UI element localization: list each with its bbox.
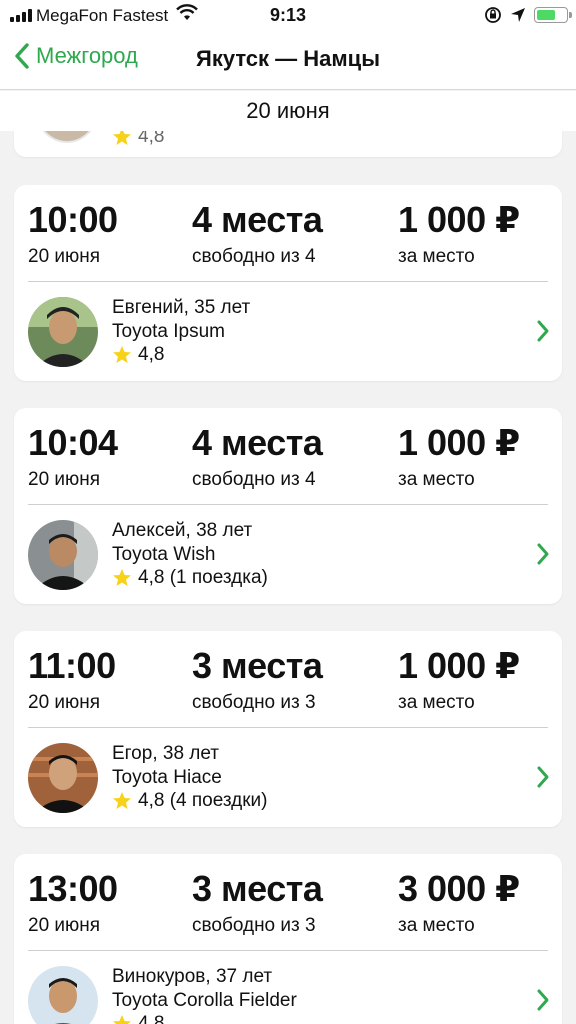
rating-value: 4,8	[138, 344, 165, 365]
divider	[28, 504, 548, 505]
car-model: Toyota Ipsum	[112, 321, 225, 342]
star-icon	[113, 569, 131, 586]
departure-time: 13:00	[28, 868, 118, 909]
star-icon	[113, 131, 131, 145]
date-header: 20 июня	[0, 91, 576, 131]
navigation-bar: Межгород Якутск — Намцы	[0, 32, 576, 90]
driver-name: Алексей, 38 лет	[112, 520, 253, 541]
driver-rating: 4,8	[112, 1013, 164, 1024]
driver-name: Евгений, 35 лет	[112, 297, 251, 318]
chevron-right-icon[interactable]	[536, 542, 550, 566]
location-arrow-icon	[511, 8, 525, 22]
price-unit: за место	[398, 246, 475, 267]
divider	[28, 950, 548, 951]
driver-rating: 4,8	[112, 131, 164, 148]
seats-available: свободно из 4	[192, 469, 316, 490]
seats-count: 3 места	[192, 868, 323, 909]
rides-list[interactable]: 4,8 10:00 20 июня 4 места свободно из 4 …	[0, 131, 576, 1024]
driver-avatar	[28, 297, 98, 367]
driver-name: Егор, 38 лет	[112, 743, 220, 764]
price-unit: за место	[398, 915, 475, 936]
car-model: Toyota Corolla Fielder	[112, 990, 297, 1011]
star-icon	[113, 792, 131, 809]
car-model: Toyota Hiace	[112, 767, 222, 788]
price-unit: за место	[398, 692, 475, 713]
chevron-right-icon[interactable]	[536, 988, 550, 1012]
departure-date: 20 июня	[28, 915, 101, 936]
rating-value: 4,8	[138, 131, 165, 147]
seats-available: свободно из 4	[192, 246, 316, 267]
ride-card-partial[interactable]: 4,8	[14, 131, 562, 157]
driver-avatar	[28, 966, 98, 1024]
divider	[28, 727, 548, 728]
seats-count: 4 места	[192, 199, 323, 240]
chevron-right-icon[interactable]	[536, 765, 550, 789]
ride-card[interactable]: 10:00 20 июня 4 места свободно из 4 1 00…	[14, 185, 562, 381]
driver-rating: 4,8 (4 поездки)	[112, 790, 268, 812]
status-bar: MegaFon Fastest 9:13	[0, 0, 576, 32]
departure-time: 10:04	[28, 422, 118, 463]
car-model: Toyota Wish	[112, 544, 216, 565]
chevron-right-icon[interactable]	[536, 319, 550, 343]
seats-available: свободно из 3	[192, 692, 316, 713]
rating-value: 4,8 (1 поездка)	[138, 567, 268, 588]
departure-date: 20 июня	[28, 246, 101, 267]
seats-count: 4 места	[192, 422, 323, 463]
price-unit: за место	[398, 469, 475, 490]
driver-avatar	[34, 131, 100, 143]
price: 1 000 ₽	[398, 199, 520, 240]
driver-name: Винокуров, 37 лет	[112, 966, 273, 987]
divider	[28, 281, 548, 282]
seats-available: свободно из 3	[192, 915, 316, 936]
battery-icon	[534, 7, 572, 23]
driver-avatar	[28, 743, 98, 813]
price: 3 000 ₽	[398, 868, 520, 909]
driver-rating: 4,8	[112, 344, 164, 366]
rating-value: 4,8	[138, 1013, 165, 1024]
departure-date: 20 июня	[28, 469, 101, 490]
ride-card[interactable]: 13:00 20 июня 3 места свободно из 3 3 00…	[14, 854, 562, 1024]
departure-date: 20 июня	[28, 692, 101, 713]
price: 1 000 ₽	[398, 645, 520, 686]
lock-rotation-icon	[485, 7, 501, 23]
departure-time: 11:00	[28, 645, 116, 686]
rating-value: 4,8 (4 поездки)	[138, 790, 268, 811]
ride-card[interactable]: 10:04 20 июня 4 места свободно из 4 1 00…	[14, 408, 562, 604]
driver-avatar	[28, 520, 98, 590]
seats-count: 3 места	[192, 645, 323, 686]
ride-card[interactable]: 11:00 20 июня 3 места свободно из 3 1 00…	[14, 631, 562, 827]
star-icon	[113, 346, 131, 363]
departure-time: 10:00	[28, 199, 118, 240]
star-icon	[113, 1015, 131, 1024]
price: 1 000 ₽	[398, 422, 520, 463]
driver-rating: 4,8 (1 поездка)	[112, 567, 268, 589]
page-title: Якутск — Намцы	[196, 46, 380, 71]
